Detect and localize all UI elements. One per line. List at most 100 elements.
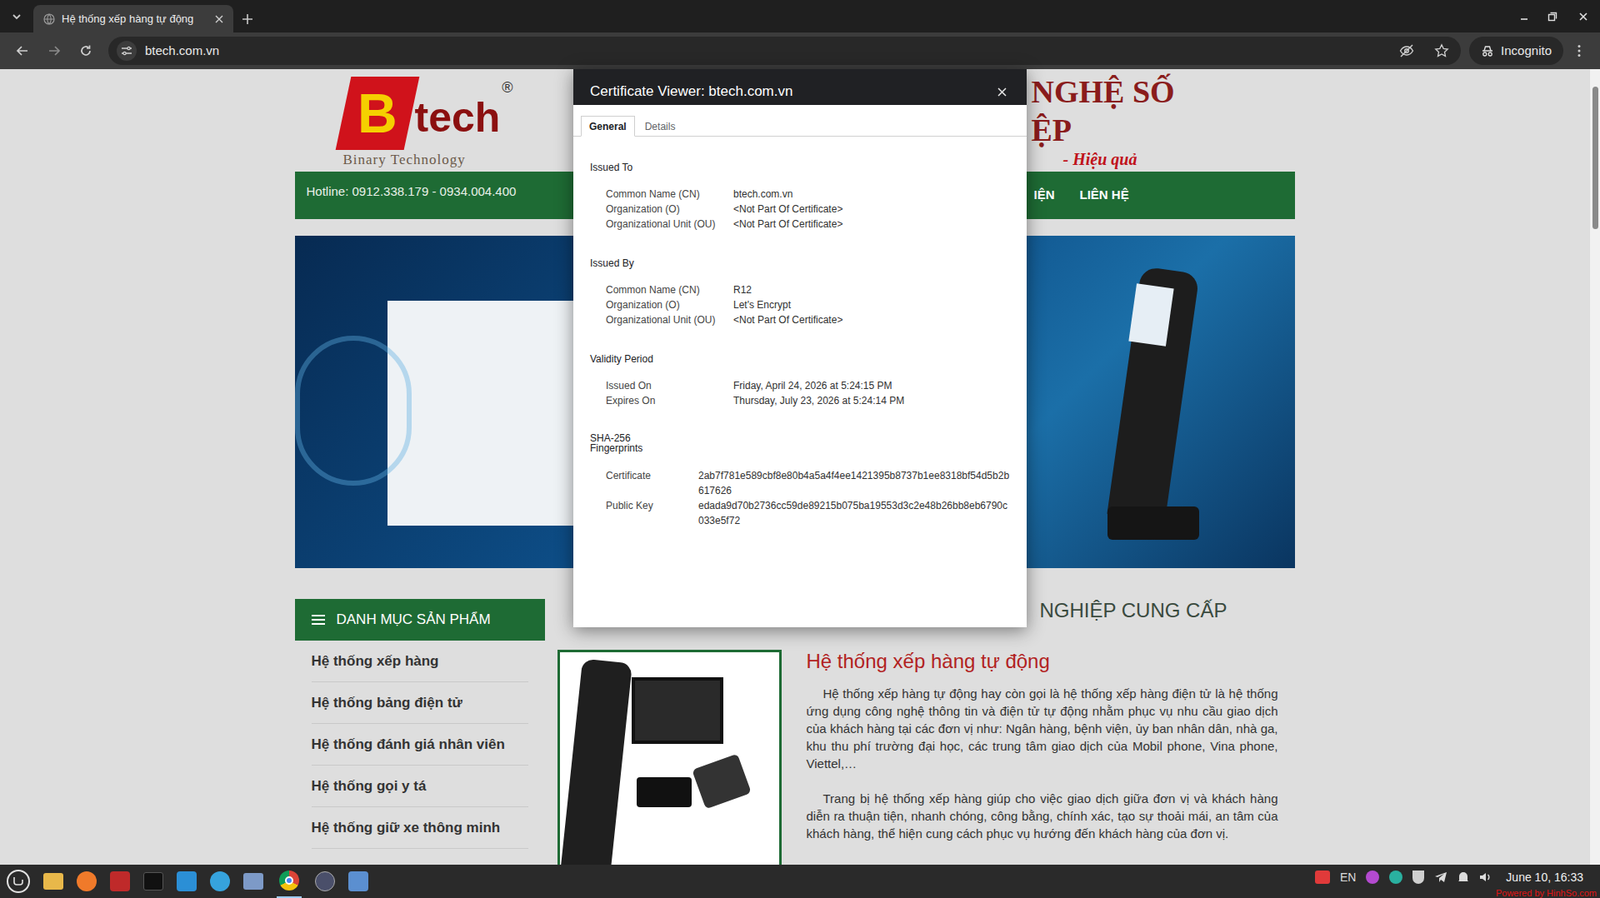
restore-icon xyxy=(1547,11,1558,22)
vscode-icon[interactable] xyxy=(176,871,197,892)
dialog-header: Certificate Viewer: btech.com.vn xyxy=(573,69,1027,105)
new-tab-button[interactable] xyxy=(233,5,262,33)
product-monitor xyxy=(631,677,724,745)
scrollbar[interactable] xyxy=(1589,69,1600,865)
article-paragraph: Hệ thống xếp hàng tự động hay còn gọi là… xyxy=(806,685,1279,773)
banner-diagram xyxy=(387,300,575,526)
bell-icon[interactable] xyxy=(1457,870,1470,885)
firefox-icon[interactable] xyxy=(76,871,97,892)
keyboard-layout[interactable]: EN xyxy=(1340,870,1356,885)
cert-row: Issued OnFriday, April 24, 2026 at 5:24:… xyxy=(605,378,1014,394)
product-row: Hệ thống xếp hàng tự động Hệ thống xếp h… xyxy=(557,650,1295,865)
telegram-icon[interactable] xyxy=(210,871,230,892)
article-paragraph: Trang bị hệ thống xếp hàng giúp cho việc… xyxy=(806,790,1279,843)
fingerprint-heading: SHA-256 Fingerprints xyxy=(590,433,650,454)
tray-sync-icon[interactable] xyxy=(1389,870,1403,885)
eye-off-icon[interactable] xyxy=(1399,43,1415,59)
chrome-task[interactable] xyxy=(276,865,302,898)
nav-item[interactable]: IỆN xyxy=(1034,185,1055,205)
banner-kiosk-screen xyxy=(1128,283,1174,347)
cert-field-label: Expires On xyxy=(605,395,734,408)
tune-icon xyxy=(120,45,133,57)
folder-icon[interactable] xyxy=(43,873,64,890)
sidebar: DANH MỤC SẢN PHẨM Hệ thống xếp hàngHệ th… xyxy=(295,599,545,865)
restore-button[interactable] xyxy=(1538,0,1567,33)
cert-field-value: <Not Part Of Certificate> xyxy=(733,218,843,231)
main-content: NGHIỆP CUNG CẤP Hệ thống xếp hàng tự độn… xyxy=(557,599,1295,865)
tab-strip: Hệ thống xếp hàng tự động xyxy=(0,0,1600,33)
feed-icon[interactable] xyxy=(348,871,369,892)
shield-icon[interactable] xyxy=(1412,870,1425,885)
sidebar-item[interactable]: Hệ thống gọi y tá xyxy=(311,765,529,808)
cert-row: Organization (O)Let's Encrypt xyxy=(605,297,1014,313)
menu-button[interactable] xyxy=(6,870,30,894)
back-arrow-icon xyxy=(15,44,30,58)
cert-field-value: Friday, April 24, 2026 at 5:24:15 PM xyxy=(733,380,893,393)
globe-icon xyxy=(43,13,55,25)
chrome-icon xyxy=(279,870,300,891)
site-info-button[interactable] xyxy=(116,40,137,61)
logo-text: tech xyxy=(415,96,501,139)
fingerprint-value: edada9d70b2736cc59de89215b075ba19553d3c2… xyxy=(698,498,1010,529)
reload-button[interactable] xyxy=(71,36,100,65)
dialog-tab-bar: GeneralDetails xyxy=(573,105,1027,137)
tray-app-icon[interactable] xyxy=(1315,870,1330,885)
sidebar-item[interactable]: Hệ thống bảng điện tử xyxy=(311,682,529,725)
clock[interactable]: June 10, 16:33 xyxy=(1505,870,1584,885)
cert-section-heading: Issued By xyxy=(590,256,1014,270)
sidebar-item[interactable]: Hệ thống đánh giá nhân viên xyxy=(311,724,529,766)
dialog-tab[interactable]: General xyxy=(580,115,635,137)
cert-section-heading: Issued To xyxy=(590,160,1014,175)
back-button[interactable] xyxy=(8,36,37,65)
slogan: NGHỆ SỐỆP - Hiệu quả xyxy=(1031,69,1175,172)
app-icon[interactable] xyxy=(315,871,335,892)
slogan-line: NGHỆ SỐ xyxy=(1031,72,1175,111)
cert-field-value: R12 xyxy=(733,284,752,297)
incognito-badge[interactable]: Incognito xyxy=(1469,36,1564,65)
nav-item[interactable]: LIÊN HỆ xyxy=(1080,185,1130,205)
dialog-body: Issued To Common Name (CN)btech.com.vnOrg… xyxy=(573,136,1027,529)
plus-icon xyxy=(241,13,254,25)
telegram-tray-icon[interactable] xyxy=(1434,870,1448,885)
close-tab-icon[interactable] xyxy=(215,15,224,24)
sidebar-header: DANH MỤC SẢN PHẨM xyxy=(295,599,545,641)
dialog-tab[interactable]: Details xyxy=(636,115,685,137)
forward-arrow-icon xyxy=(47,44,61,58)
cert-row: Organizational Unit (OU)<Not Part Of Cer… xyxy=(605,216,1014,232)
cert-section: Issued To Common Name (CN)btech.com.vnOrg… xyxy=(590,160,1014,232)
dialog-close-button[interactable] xyxy=(993,83,1010,100)
close-icon xyxy=(1578,11,1589,22)
mail-icon[interactable] xyxy=(243,873,264,890)
browser-tab[interactable]: Hệ thống xếp hàng tự động xyxy=(33,5,234,33)
product-image[interactable] xyxy=(557,650,782,865)
sidebar-title: DANH MỤC SẢN PHẨM xyxy=(336,609,491,631)
minimize-button[interactable] xyxy=(1510,0,1539,33)
fingerprint-row: Public Keyedada9d70b2736cc59de89215b075b… xyxy=(605,498,1014,529)
forward-button[interactable] xyxy=(40,36,69,65)
cert-field-label: Organization (O) xyxy=(605,203,734,216)
minimize-icon xyxy=(1519,11,1530,22)
tray-browser-icon[interactable] xyxy=(1365,870,1380,885)
slogan-line: ỆP xyxy=(1031,110,1175,150)
star-icon[interactable] xyxy=(1434,43,1450,59)
scrollbar-thumb[interactable] xyxy=(1592,86,1599,230)
article: Hệ thống xếp hàng tự động Hệ thống xếp h… xyxy=(806,650,1279,865)
cert-field-value: Let's Encrypt xyxy=(733,299,791,312)
cert-field-value: <Not Part Of Certificate> xyxy=(733,314,843,327)
address-bar[interactable]: btech.com.vn xyxy=(108,36,1461,65)
browser-menu-button[interactable] xyxy=(1566,36,1592,65)
filezilla-icon[interactable] xyxy=(110,871,130,892)
volume-icon[interactable] xyxy=(1479,870,1493,885)
close-window-button[interactable] xyxy=(1566,0,1600,33)
cert-field-value: Thursday, July 23, 2026 at 5:24:14 PM xyxy=(733,395,905,408)
sidebar-item[interactable]: Hệ thống xếp hàng xyxy=(311,640,529,683)
cert-section-heading: Validity Period xyxy=(590,352,1014,366)
cert-rows: Common Name (CN)btech.com.vnOrganization… xyxy=(590,186,1014,232)
cert-field-label: Common Name (CN) xyxy=(605,284,734,297)
registered-mark: ® xyxy=(501,76,513,100)
sidebar-item[interactable]: Hệ thống giữ xe thông minh xyxy=(311,807,529,850)
url-text[interactable]: btech.com.vn xyxy=(145,41,1391,61)
terminal-icon[interactable] xyxy=(143,872,164,891)
tab-search-button[interactable] xyxy=(0,0,34,33)
hamburger-icon xyxy=(311,614,325,626)
